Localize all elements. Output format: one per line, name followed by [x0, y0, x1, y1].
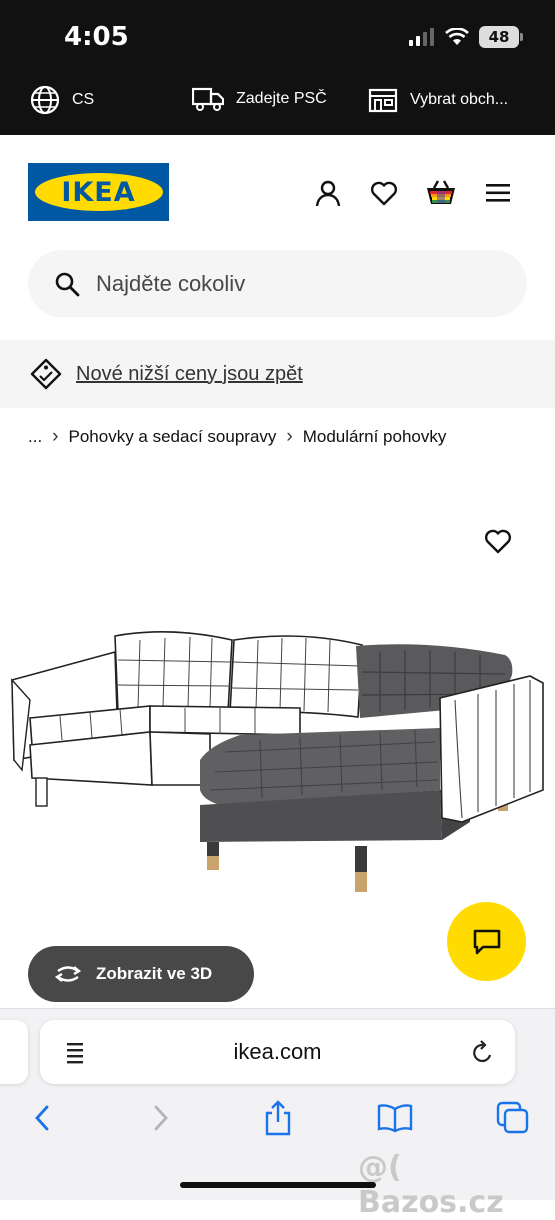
chevron-right-icon: ›	[52, 426, 59, 447]
breadcrumb-sofas[interactable]: Pohovky a sedací soupravy	[69, 427, 277, 447]
globe-icon	[30, 85, 60, 115]
signal-icon	[409, 28, 434, 46]
wifi-icon	[445, 28, 469, 45]
status-bar: 4:05 48 CS Zadejte PSČ Vybrat obch...	[0, 0, 555, 135]
promo-banner[interactable]: Nové nižší ceny jsou zpět	[0, 340, 555, 408]
truck-icon	[192, 87, 224, 111]
postcode-selector[interactable]: Zadejte PSČ	[192, 86, 327, 112]
watermark: @( Bazos.cz	[358, 1150, 504, 1220]
heart-icon[interactable]	[367, 176, 401, 210]
view-3d-label: Zobrazit ve 3D	[96, 964, 213, 983]
basket-icon[interactable]	[424, 176, 458, 210]
page-menu-icon[interactable]	[64, 1041, 88, 1065]
url-text: ikea.com	[233, 1039, 322, 1064]
postcode-label: Zadejte PSČ	[236, 90, 327, 107]
price-tag-icon	[30, 358, 62, 390]
add-to-wishlist-button[interactable]	[484, 528, 512, 559]
address-bar[interactable]: ikea.com	[40, 1020, 515, 1084]
breadcrumb-modular-sofas[interactable]: Modulární pohovky	[303, 427, 447, 447]
battery-icon: 48	[479, 26, 523, 48]
search-placeholder: Najděte cokoliv	[96, 270, 246, 296]
ikea-logo[interactable]: IKEA	[28, 163, 169, 221]
breadcrumb-ellipsis[interactable]: ...	[28, 427, 42, 447]
logo-oval: IKEA	[34, 173, 163, 211]
user-icon[interactable]	[311, 176, 345, 210]
heart-icon	[484, 529, 512, 554]
search-icon	[55, 272, 80, 296]
logo-text: IKEA	[61, 176, 136, 208]
reload-icon[interactable]	[471, 1040, 495, 1066]
forward-icon[interactable]	[141, 1098, 181, 1138]
chat-icon	[473, 929, 500, 954]
home-indicator	[180, 1182, 376, 1188]
back-icon[interactable]	[22, 1098, 62, 1138]
share-icon[interactable]	[258, 1098, 298, 1138]
language-label: CS	[72, 91, 95, 108]
status-icons: 48	[409, 26, 523, 48]
chat-button[interactable]	[447, 902, 526, 981]
promo-link[interactable]: Nové nižší ceny jsou zpět	[76, 363, 303, 386]
status-time: 4:05	[64, 22, 129, 52]
bookmarks-icon[interactable]	[375, 1098, 415, 1138]
view-3d-button[interactable]: Zobrazit ve 3D	[28, 946, 254, 1002]
tabs-icon[interactable]	[493, 1098, 533, 1138]
language-selector[interactable]: CS	[30, 85, 94, 115]
previous-tab-card[interactable]	[0, 1020, 28, 1084]
store-selector[interactable]: Vybrat obch...	[368, 87, 508, 113]
breadcrumb: ... › Pohovky a sedací soupravy › Modulá…	[28, 426, 446, 448]
menu-icon[interactable]	[481, 176, 515, 210]
store-label: Vybrat obch...	[410, 91, 509, 108]
store-icon	[368, 88, 398, 113]
rotate-icon	[54, 966, 82, 982]
search-input[interactable]: Najděte cokoliv	[28, 250, 527, 317]
chevron-right-icon: ›	[286, 426, 293, 447]
